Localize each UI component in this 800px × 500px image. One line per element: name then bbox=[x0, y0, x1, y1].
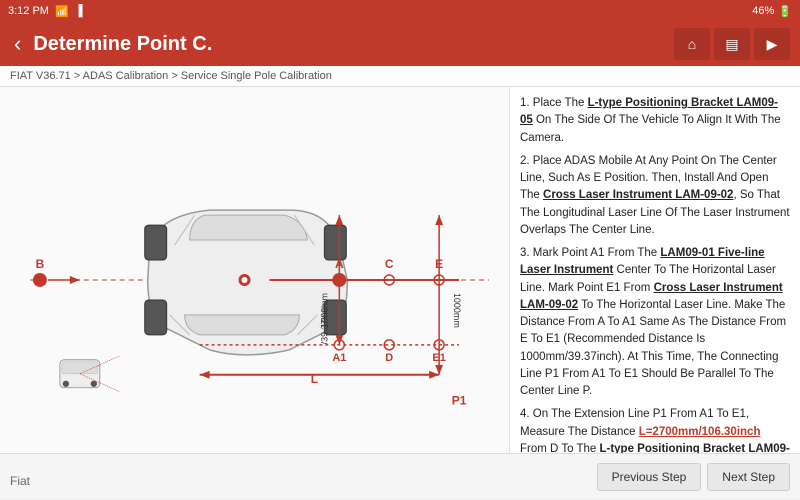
status-time: 3:12 PM bbox=[8, 5, 49, 17]
step4-text: 4. On The Extension Line P1 From A1 To E… bbox=[520, 406, 790, 453]
svg-text:A1: A1 bbox=[332, 352, 346, 364]
step3-link1: LAM09-01 Five-line Laser Instrument bbox=[520, 247, 765, 276]
battery-percent: 46% bbox=[752, 5, 774, 17]
svg-text:/39.37inch: /39.37inch bbox=[319, 303, 329, 344]
svg-text:A: A bbox=[335, 257, 344, 271]
step4-link: L-type Positioning Bracket LAM09-05 bbox=[520, 443, 790, 453]
header-icons: ⌂ ▤ ▶ bbox=[674, 28, 790, 60]
brand-label: Fiat bbox=[10, 474, 30, 488]
step1-text: 1. Place The L-type Positioning Bracket … bbox=[520, 95, 790, 147]
page-title: Determine Point C. bbox=[33, 33, 212, 56]
step3-text: 3. Mark Point A1 From The LAM09-01 Five-… bbox=[520, 245, 790, 400]
svg-text:L: L bbox=[311, 372, 318, 386]
svg-text:B: B bbox=[36, 257, 45, 271]
breadcrumb-text: FIAT V36.71 > ADAS Calibration > Service… bbox=[10, 70, 332, 82]
signal-icon: ▐ bbox=[75, 5, 83, 17]
wifi-icon: 📶 bbox=[55, 5, 69, 18]
svg-text:1000mm: 1000mm bbox=[452, 293, 462, 328]
doc-icon: ▤ bbox=[725, 36, 738, 53]
step2-text: 2. Place ADAS Mobile At Any Point On The… bbox=[520, 153, 790, 239]
doc-button[interactable]: ▤ bbox=[714, 28, 750, 60]
header: ‹ Determine Point C. ⌂ ▤ ▶ bbox=[0, 22, 800, 66]
next-step-button[interactable]: Next Step bbox=[707, 463, 790, 491]
export-icon: ▶ bbox=[767, 36, 778, 53]
step2-link: Cross Laser Instrument LAM-09-02 bbox=[543, 189, 733, 201]
battery-icon: 🔋 bbox=[778, 5, 792, 18]
footer: Fiat Previous Step Next Step bbox=[0, 453, 800, 499]
step3-link2: Cross Laser Instrument LAM-09-02 bbox=[520, 282, 783, 311]
step1-link: L-type Positioning Bracket LAM09-05 bbox=[520, 97, 778, 126]
diagram-svg: A C E B D E1 A1 L P1 bbox=[0, 87, 509, 453]
svg-text:P1: P1 bbox=[452, 394, 467, 408]
breadcrumb: FIAT V36.71 > ADAS Calibration > Service… bbox=[0, 66, 800, 87]
previous-step-button[interactable]: Previous Step bbox=[597, 463, 702, 491]
status-bar: 3:12 PM 📶 ▐ 46% 🔋 bbox=[0, 0, 800, 22]
svg-text:E: E bbox=[435, 257, 443, 271]
svg-text:C: C bbox=[385, 257, 394, 271]
header-left: ‹ Determine Point C. bbox=[10, 31, 212, 57]
back-button[interactable]: ‹ bbox=[10, 31, 25, 57]
status-left: 3:12 PM 📶 ▐ bbox=[8, 5, 82, 18]
car-outline bbox=[145, 210, 348, 355]
step4-measurement: L=2700mm/106.30inch bbox=[639, 426, 761, 438]
main-content: A C E B D E1 A1 L P1 bbox=[0, 87, 800, 453]
status-right: 46% 🔋 bbox=[752, 5, 792, 18]
svg-text:D: D bbox=[385, 352, 393, 364]
home-button[interactable]: ⌂ bbox=[674, 28, 710, 60]
home-icon: ⌂ bbox=[688, 36, 696, 52]
svg-text:E1: E1 bbox=[432, 352, 445, 364]
diagram-area: A C E B D E1 A1 L P1 bbox=[0, 87, 510, 453]
export-button[interactable]: ▶ bbox=[754, 28, 790, 60]
instructions-area: 1. Place The L-type Positioning Bracket … bbox=[510, 87, 800, 453]
